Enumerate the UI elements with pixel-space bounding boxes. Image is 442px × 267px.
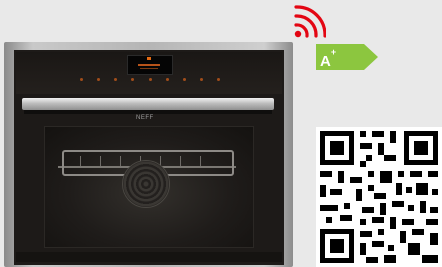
convection-fan (122, 160, 170, 208)
touch-control (97, 78, 101, 81)
product-scene: NEFF A+ (0, 0, 442, 267)
touch-control (199, 78, 203, 81)
rack-bar (200, 156, 201, 166)
touch-control (182, 78, 186, 81)
touch-controls (80, 78, 220, 82)
brand-logo: NEFF (136, 115, 154, 121)
rack-bar (120, 156, 121, 166)
rack-bar (80, 156, 81, 166)
display-readout (138, 64, 160, 66)
oven-handle (22, 98, 274, 110)
touch-control (148, 78, 152, 81)
touch-control (165, 78, 169, 81)
touch-control (80, 78, 83, 81)
energy-plus: + (330, 47, 337, 57)
touch-control (217, 78, 220, 81)
rack-bar (180, 156, 181, 166)
touch-control (131, 78, 135, 81)
energy-grade: A (320, 53, 331, 70)
touch-control (114, 78, 118, 81)
display-indicator (147, 57, 151, 60)
qr-code (316, 127, 442, 267)
wifi-icon (294, 5, 326, 38)
rack-bar (100, 156, 101, 166)
energy-class-label: A+ (320, 44, 336, 70)
oven-door-bottom (16, 252, 282, 262)
display-readout-secondary (140, 68, 158, 69)
